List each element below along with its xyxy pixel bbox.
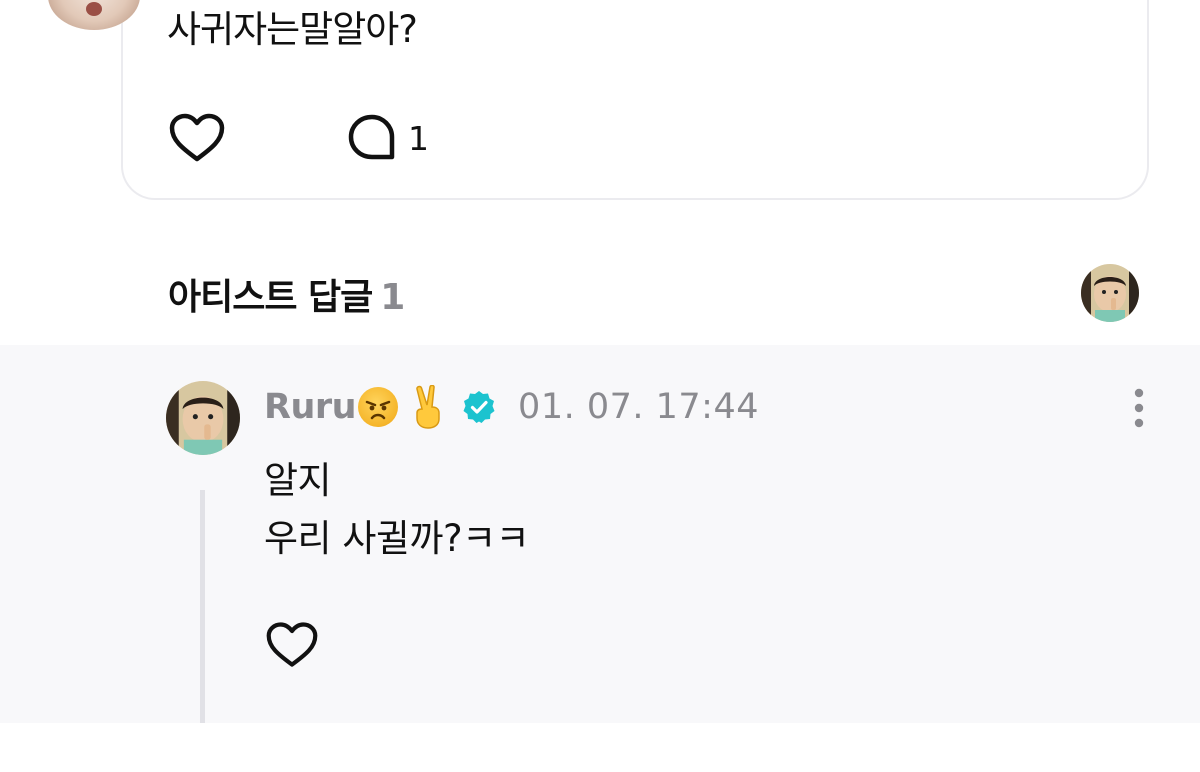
more-options-button[interactable] (1131, 388, 1147, 428)
artist-avatar[interactable] (1081, 264, 1139, 322)
page-background-bottom (0, 723, 1200, 772)
screen: 사귀자는말알아? 1 아티스트 답글 1 Ruru 01. 07. 17:44 … (0, 0, 1200, 772)
reply-text: 알지 우리 사귈까?ㅋㅋ (264, 452, 530, 568)
reply-line: 우리 사귈까?ㅋㅋ (264, 517, 530, 560)
heart-icon (266, 622, 318, 667)
like-button[interactable] (168, 112, 226, 164)
comment-bubble-icon (348, 114, 395, 160)
comment-count: 1 (408, 118, 429, 158)
artist-replies-title: 아티스트 답글 (168, 277, 373, 318)
reply-like-button[interactable] (265, 620, 319, 670)
artist-replies-header: 아티스트 답글 1 (168, 268, 405, 320)
heart-icon (169, 113, 225, 162)
artist-replies-count: 1 (380, 277, 405, 318)
more-vertical-icon (1134, 388, 1144, 428)
post-text: 사귀자는말알아? (167, 8, 418, 51)
comment-button[interactable]: 1 (346, 112, 429, 164)
verified-badge-icon (463, 391, 495, 423)
thread-line (200, 490, 205, 723)
victory-hand-emoji (416, 385, 440, 429)
reply-line: 알지 (264, 459, 332, 502)
reply-author-name[interactable]: Ruru (264, 387, 357, 427)
angry-face-emoji (358, 387, 399, 427)
reply-author-avatar[interactable] (166, 381, 240, 455)
reply-timestamp: 01. 07. 17:44 (518, 387, 759, 427)
reply-header: Ruru 01. 07. 17:44 (264, 381, 759, 433)
